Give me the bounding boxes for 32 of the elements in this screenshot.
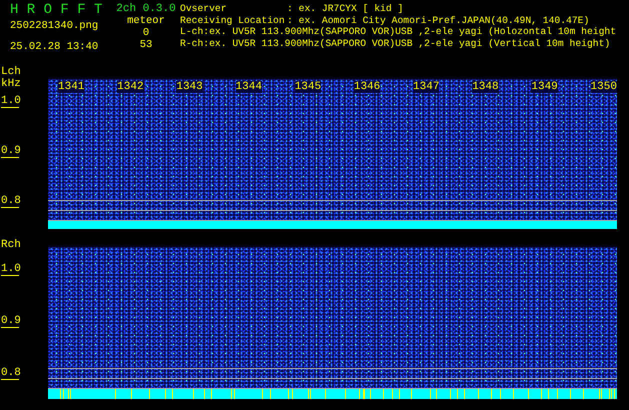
location-label: Receiving Location — [180, 14, 286, 26]
channel-info: R-ch:ex. UV5R 113.900Mhz(SAPPORO VOR)USB ,2-ele yagi (Vertical 10m height) — [180, 38, 612, 49]
time-label: 1350 — [590, 81, 617, 93]
time-label: 1344 — [236, 81, 262, 93]
time-label: 1341 — [58, 81, 84, 93]
version-label: 2ch 0.3.0 — [116, 3, 176, 15]
time-label: 1345 — [294, 81, 322, 93]
axis-label: 0.9 — [1, 146, 19, 158]
file-name: 2502281340.png — [10, 20, 100, 32]
meteor-label: meteor — [127, 15, 165, 27]
axis-label: 0.8 — [1, 196, 19, 208]
axis-label: 0.9 — [1, 316, 19, 328]
axis-label: 0.8 — [1, 368, 19, 380]
time-label: 1349 — [531, 81, 558, 93]
time-label: 1343 — [176, 81, 203, 93]
channel-label: Rch — [1, 239, 22, 251]
channel-info: L-ch:ex. UV5R 113.900Mhz(SAPPORO VOR)USB ,2-ele yagi (Holozontal 10m height — [180, 26, 618, 38]
meteor-count: 53 — [140, 39, 152, 51]
time-label: 1346 — [354, 81, 380, 93]
time-label: 1342 — [117, 81, 144, 93]
location-value: : ex. Aomori City Aomori-Pref.JAPAN(40.49N, 140.47E) — [287, 14, 590, 26]
observer-value: : ex. JR7CYX [ kid ] — [287, 3, 404, 14]
timestamp: 25.02.28 13:40 — [10, 41, 100, 53]
meteor-count: 0 — [142, 27, 150, 39]
app-title: H R O F F T — [10, 3, 104, 18]
axis-label: 1.0 — [1, 96, 19, 108]
unit-label: kHz — [1, 78, 22, 90]
observer-label: Ovserver — [180, 3, 228, 14]
time-label: 1348 — [472, 81, 499, 93]
time-label: 1347 — [413, 81, 440, 93]
axis-label: 1.0 — [1, 264, 19, 276]
channel-label: Lch — [1, 66, 22, 78]
